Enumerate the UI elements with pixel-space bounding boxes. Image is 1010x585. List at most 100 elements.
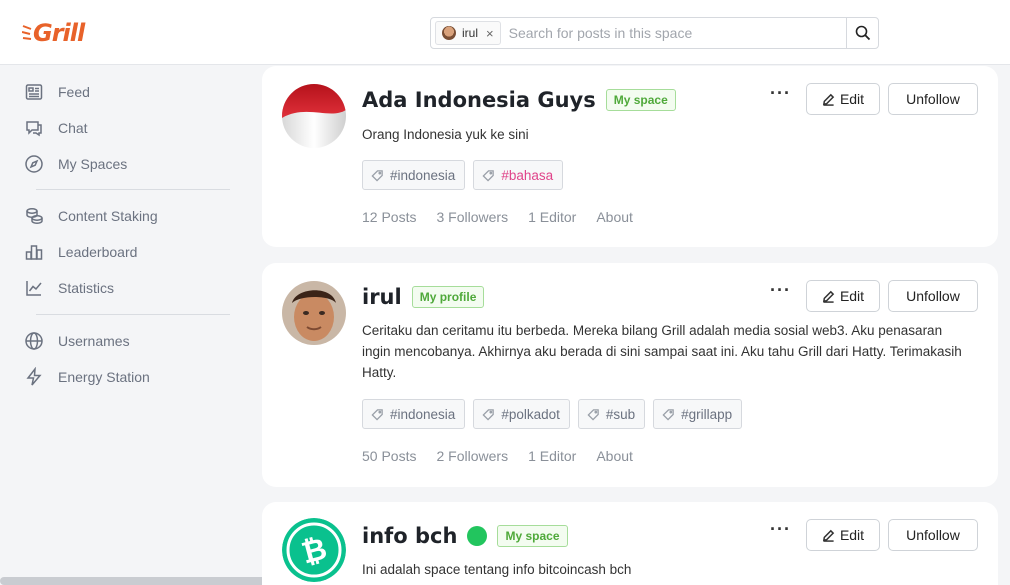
tag-item[interactable]: #grillapp xyxy=(653,399,743,429)
more-options-icon[interactable]: ··· xyxy=(770,84,790,102)
tag-item[interactable]: #sub xyxy=(577,399,646,429)
unfollow-button[interactable]: Unfollow xyxy=(888,83,978,115)
space-title[interactable]: info bch xyxy=(362,524,457,548)
leaderboard-icon xyxy=(25,245,43,260)
tag-item[interactable]: #indonesia xyxy=(362,160,466,190)
editors-count[interactable]: 1 Editor xyxy=(528,209,576,225)
indonesia-flag-icon xyxy=(282,84,346,148)
card-title-row: info bch My space xyxy=(362,520,568,552)
posts-count[interactable]: 12 Posts xyxy=(362,209,416,225)
tag-label: #grillapp xyxy=(681,406,733,422)
feed-icon xyxy=(25,84,43,100)
sidebar-item-label: Content Staking xyxy=(58,208,158,224)
tag-icon xyxy=(482,169,495,182)
followers-count[interactable]: 3 Followers xyxy=(436,209,508,225)
unfollow-label: Unfollow xyxy=(906,91,960,107)
close-icon[interactable]: × xyxy=(486,26,494,41)
edit-label: Edit xyxy=(839,527,865,543)
sidebar-item-leaderboard[interactable]: Leaderboard xyxy=(24,240,137,264)
edit-button[interactable]: Edit xyxy=(806,83,880,115)
space-description: Orang Indonesia yuk ke sini xyxy=(362,127,529,142)
chip-avatar xyxy=(442,26,456,40)
lightning-icon xyxy=(26,367,42,386)
sidebar-item-label: Energy Station xyxy=(58,369,150,385)
edit-button[interactable]: Edit xyxy=(806,519,880,551)
tag-icon xyxy=(371,169,383,182)
tag-icon xyxy=(371,408,383,421)
tag-label: #polkadot xyxy=(501,406,560,422)
tag-icon xyxy=(587,408,599,421)
card-title-row: Ada Indonesia Guys My space xyxy=(362,84,676,116)
tag-label: #bahasa xyxy=(501,167,554,183)
grill-logo[interactable]: Grill xyxy=(22,18,85,48)
sidebar-item-chat[interactable]: Chat xyxy=(24,116,88,140)
unfollow-button[interactable]: Unfollow xyxy=(888,519,978,551)
space-card: irul My profile Ceritaku dan ceritamu it… xyxy=(262,263,998,487)
sidebar-item-label: Statistics xyxy=(58,280,115,296)
sidebar-item-label: Feed xyxy=(58,84,90,100)
space-card: ₿ info bch My space Ini adalah space ten… xyxy=(262,502,998,585)
more-options-icon[interactable]: ··· xyxy=(770,520,790,538)
space-avatar[interactable] xyxy=(282,84,346,148)
pencil-icon xyxy=(822,93,835,106)
editors-count[interactable]: 1 Editor xyxy=(528,448,576,464)
chip-label: irul xyxy=(462,26,479,40)
about-link[interactable]: About xyxy=(596,448,633,464)
search-icon xyxy=(855,25,870,41)
followers-count[interactable]: 2 Followers xyxy=(436,448,508,464)
tag-list: #indonesia #polkadot #sub #grillapp xyxy=(362,399,743,429)
user-photo-icon xyxy=(282,281,346,345)
compass-icon xyxy=(25,155,43,173)
flame-icon xyxy=(22,25,32,40)
my-space-badge: My space xyxy=(605,89,676,111)
pencil-icon xyxy=(822,290,835,303)
my-space-badge: My space xyxy=(497,525,568,547)
profile-avatar[interactable] xyxy=(282,281,346,345)
edit-button[interactable]: Edit xyxy=(806,280,880,312)
space-filter-chip[interactable]: irul × xyxy=(435,21,501,45)
space-avatar[interactable]: ₿ xyxy=(282,518,346,582)
tag-list: #indonesia #bahasa xyxy=(362,160,564,190)
search-input[interactable] xyxy=(508,25,846,41)
sidebar-item-feed[interactable]: Feed xyxy=(24,80,90,104)
edit-label: Edit xyxy=(839,288,865,304)
profile-title[interactable]: irul xyxy=(362,285,402,309)
profile-description: Ceritaku dan ceritamu itu berbeda. Merek… xyxy=(362,323,962,380)
posts-count[interactable]: 50 Posts xyxy=(362,448,416,464)
tag-icon xyxy=(482,408,495,421)
verified-icon xyxy=(467,526,488,546)
sidebar-item-label: My Spaces xyxy=(58,156,128,172)
my-profile-badge: My profile xyxy=(411,286,485,308)
coins-icon xyxy=(26,208,43,224)
sidebar-item-energy-station[interactable]: Energy Station xyxy=(24,365,150,389)
tag-item[interactable]: #polkadot xyxy=(473,399,570,429)
pencil-icon xyxy=(822,529,835,542)
search-button[interactable] xyxy=(846,18,878,48)
profile-stats: 50 Posts 2 Followers 1 Editor About xyxy=(362,448,633,464)
card-title-row: irul My profile xyxy=(362,281,485,313)
chat-icon xyxy=(26,121,42,137)
bitcoin-cash-icon: ₿ xyxy=(282,518,346,582)
space-title[interactable]: Ada Indonesia Guys xyxy=(362,88,596,112)
tag-icon xyxy=(662,408,674,421)
sidebar-item-statistics[interactable]: Statistics xyxy=(24,276,114,300)
tag-label: #sub xyxy=(605,406,636,422)
sidebar-item-my-spaces[interactable]: My Spaces xyxy=(24,152,127,176)
unfollow-button[interactable]: Unfollow xyxy=(888,280,978,312)
space-card: Ada Indonesia Guys My space Orang Indone… xyxy=(262,66,998,247)
sidebar-item-usernames[interactable]: Usernames xyxy=(24,329,130,353)
sidebar-item-content-staking[interactable]: Content Staking xyxy=(24,204,158,228)
edit-label: Edit xyxy=(839,91,865,107)
about-link[interactable]: About xyxy=(596,209,633,225)
unfollow-label: Unfollow xyxy=(906,527,960,543)
more-options-icon[interactable]: ··· xyxy=(770,281,790,299)
statistics-icon xyxy=(26,281,42,296)
tag-item[interactable]: #bahasa xyxy=(473,160,564,190)
top-header: Grill irul × xyxy=(0,0,1010,65)
space-stats: 12 Posts 3 Followers 1 Editor About xyxy=(362,209,633,225)
globe-icon xyxy=(25,332,43,350)
sidebar-item-label: Chat xyxy=(58,120,88,136)
tag-item[interactable]: #indonesia xyxy=(362,399,466,429)
unfollow-label: Unfollow xyxy=(906,288,960,304)
sidebar-scrollbar[interactable] xyxy=(0,577,270,585)
